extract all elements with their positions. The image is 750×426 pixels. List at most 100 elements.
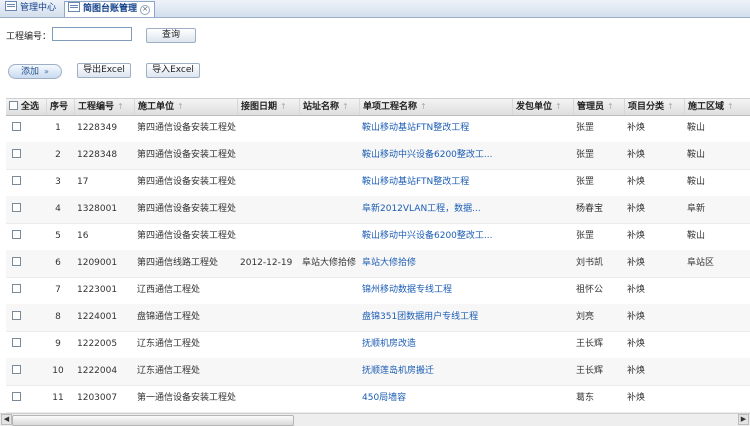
tab-management-center[interactable]: 管理中心	[2, 1, 60, 16]
cell-contractor	[515, 250, 573, 277]
row-checkbox-cell	[12, 385, 21, 412]
tab-bar: 管理中心 简图台账管理 ×	[0, 0, 750, 18]
column-header-project-number[interactable]: 工程编号 ↑	[74, 99, 134, 115]
row-checkbox[interactable]	[12, 230, 21, 239]
cell-project-name[interactable]: 盘锦351团数据用户专线工程	[362, 304, 512, 331]
column-header-receive-date[interactable]: 接图日期 ↑	[237, 99, 299, 115]
cell-receive-date	[240, 196, 299, 223]
column-header-category[interactable]: 项目分类 ↑	[624, 99, 684, 115]
cell-project-name[interactable]: 鞍山移动基站FTN整改工程	[362, 115, 512, 142]
cell-category: 补焕	[627, 177, 646, 187]
scroll-left-icon[interactable]: ◀	[1, 414, 12, 425]
sort-arrow-icon: ↑	[177, 102, 184, 111]
row-checkbox[interactable]	[12, 176, 21, 185]
cell-receive-date	[240, 358, 299, 385]
column-header-region[interactable]: 施工区域 ↑	[684, 99, 746, 115]
cell-project-name[interactable]: 抚顺莲岛机房搬迁	[362, 358, 512, 385]
column-header-label: 发包单位	[516, 102, 553, 112]
close-icon[interactable]: ×	[140, 5, 151, 15]
cell-site-name	[302, 223, 359, 250]
cell-index: 11	[52, 393, 64, 403]
select-all-checkbox[interactable]	[9, 101, 18, 110]
cell-region: 阜站区	[687, 258, 715, 268]
cell-construction-unit: 第四通信设备安装工程处	[137, 150, 237, 160]
column-header-label: 施工区域	[688, 102, 725, 112]
import-excel-button[interactable]: 导入Excel	[146, 63, 200, 78]
cell-category: 补焕	[627, 285, 646, 295]
column-header-site-name[interactable]: 站址名称 ↑	[299, 99, 359, 115]
table-row[interactable]: 3 17 第四通信设备安装工程处 鞍山移动基站FTN整改工程 张罡 补焕 鞍山	[6, 169, 750, 197]
cell-construction-unit: 辽东通信工程处	[137, 366, 201, 376]
project-number-input[interactable]	[52, 27, 132, 41]
row-checkbox[interactable]	[12, 203, 21, 212]
cell-project-name[interactable]: 鞍山移动中兴设备6200整改工...	[362, 142, 512, 169]
cell-project-name[interactable]: 阜新2012VLAN工程，数据...	[362, 196, 512, 223]
column-header-select-all[interactable]: 全选	[6, 99, 46, 115]
cell-project-number: 1223001	[77, 285, 118, 295]
sort-arrow-icon: ↑	[420, 102, 427, 111]
cell-project-name[interactable]: 抚顺机房改造	[362, 331, 512, 358]
cell-project-name[interactable]: 鞍山移动中兴设备6200整改工...	[362, 223, 512, 250]
cell-project-name[interactable]: 鞍山移动基站FTN整改工程	[362, 169, 512, 196]
row-checkbox[interactable]	[12, 338, 21, 347]
export-excel-button[interactable]: 导出Excel	[77, 63, 131, 78]
row-checkbox[interactable]	[12, 257, 21, 266]
query-button[interactable]: 查询	[146, 28, 196, 43]
cell-region: 鞍山	[687, 150, 706, 160]
column-header-manager[interactable]: 管理员 ↑	[573, 99, 624, 115]
cell-site-name	[302, 142, 359, 169]
table-row[interactable]: 1 1228349 第四通信设备安装工程处 鞍山移动基站FTN整改工程 张罡 补焕 鞍山	[6, 115, 750, 143]
column-header-contractor[interactable]: 发包单位 ↑	[512, 99, 573, 115]
tab-ledger-management[interactable]: 简图台账管理 ×	[64, 1, 156, 17]
cell-construction-unit: 第一通信设备安装工程处	[137, 393, 237, 403]
row-checkbox[interactable]	[12, 122, 21, 131]
cell-manager: 张罡	[576, 123, 595, 133]
cell-project-name[interactable]: 阜站大修拾修	[362, 250, 512, 277]
row-checkbox-cell	[12, 331, 21, 358]
cell-index: 8	[55, 312, 61, 322]
column-header-construction-unit[interactable]: 施工单位 ↑	[134, 99, 237, 115]
table-row[interactable]: 6 1209001 第四通信线路工程处 2012-12-19 阜站大修拾修 阜站大修拾修 刘…	[6, 250, 750, 278]
cell-contractor	[515, 115, 573, 142]
row-checkbox[interactable]	[12, 149, 21, 158]
cell-site-name	[302, 277, 359, 304]
table-row[interactable]: 7 1223001 辽西通信工程处 锦州移动数据专线工程 祖怀公 补焕	[6, 277, 750, 305]
row-checkbox[interactable]	[12, 365, 21, 374]
add-button-label: 添加	[21, 67, 40, 77]
cell-project-name[interactable]: 锦州移动数据专线工程	[362, 277, 512, 304]
cell-project-name[interactable]: 450局墙容	[362, 385, 512, 412]
table-row[interactable]: 4 1328001 第四通信设备安装工程处 阜新2012VLAN工程，数据... 杨春宝…	[6, 196, 750, 224]
scroll-right-icon[interactable]: ▶	[738, 414, 749, 425]
table-row[interactable]: 2 1228348 第四通信设备安装工程处 鞍山移动中兴设备6200整改工... 张罡 补…	[6, 142, 750, 170]
column-header-index[interactable]: 序号	[46, 99, 74, 115]
cell-contractor	[515, 196, 573, 223]
sort-arrow-icon: ↑	[555, 102, 562, 111]
cell-index: 3	[55, 177, 61, 187]
table-row[interactable]: 11 1203007 第一通信设备安装工程处 450局墙容 葛东 补焕	[6, 385, 750, 413]
cell-project-number: 1224001	[77, 312, 118, 322]
cell-site-name	[302, 331, 359, 358]
scroll-thumb[interactable]	[12, 415, 294, 426]
table-row[interactable]: 9 1222005 辽东通信工程处 抚顺机房改造 王长辉 补焕	[6, 331, 750, 359]
cell-receive-date	[240, 385, 299, 412]
home-icon	[5, 1, 17, 11]
row-checkbox-cell	[12, 277, 21, 304]
row-checkbox[interactable]	[12, 311, 21, 320]
cell-contractor	[515, 385, 573, 412]
table-row[interactable]: 5 16 第四通信设备安装工程处 鞍山移动中兴设备6200整改工... 张罡 补焕 鞍山	[6, 223, 750, 251]
column-header-project-name[interactable]: 单项工程名称 ↑	[359, 99, 512, 115]
row-checkbox-cell	[12, 223, 21, 250]
row-checkbox[interactable]	[12, 284, 21, 293]
cell-region	[687, 304, 746, 331]
row-checkbox[interactable]	[12, 392, 21, 401]
sort-arrow-icon: ↑	[342, 102, 349, 111]
column-header-label: 序号	[50, 102, 69, 112]
tab-label: 简图台账管理	[83, 4, 138, 14]
cell-manager: 王长辉	[576, 339, 604, 349]
table-icon	[68, 2, 80, 12]
table-row[interactable]: 8 1224001 盘锦通信工程处 盘锦351团数据用户专线工程 刘亮 补焕	[6, 304, 750, 332]
cell-site-name	[302, 358, 359, 385]
add-button[interactable]: 添加 »	[8, 64, 62, 79]
table-row[interactable]: 10 1222004 辽东通信工程处 抚顺莲岛机房搬迁 王长辉 补焕	[6, 358, 750, 386]
horizontal-scrollbar[interactable]: ◀ ▶	[0, 413, 750, 426]
